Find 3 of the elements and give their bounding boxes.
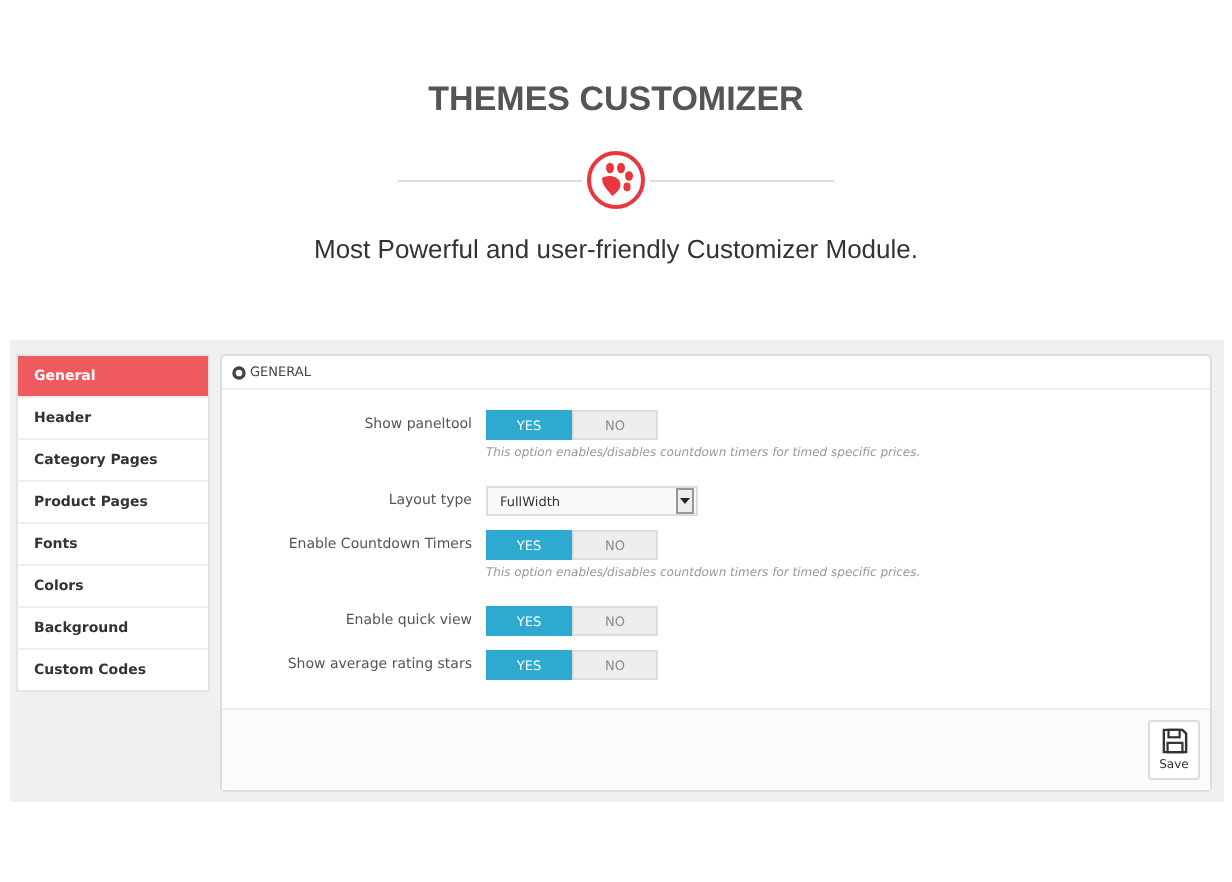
page-title: THEMES CUSTOMIZER (428, 80, 804, 120)
paw-icon (586, 150, 646, 210)
subtitle: Most Powerful and user-friendly Customizer Module. (313, 234, 918, 264)
